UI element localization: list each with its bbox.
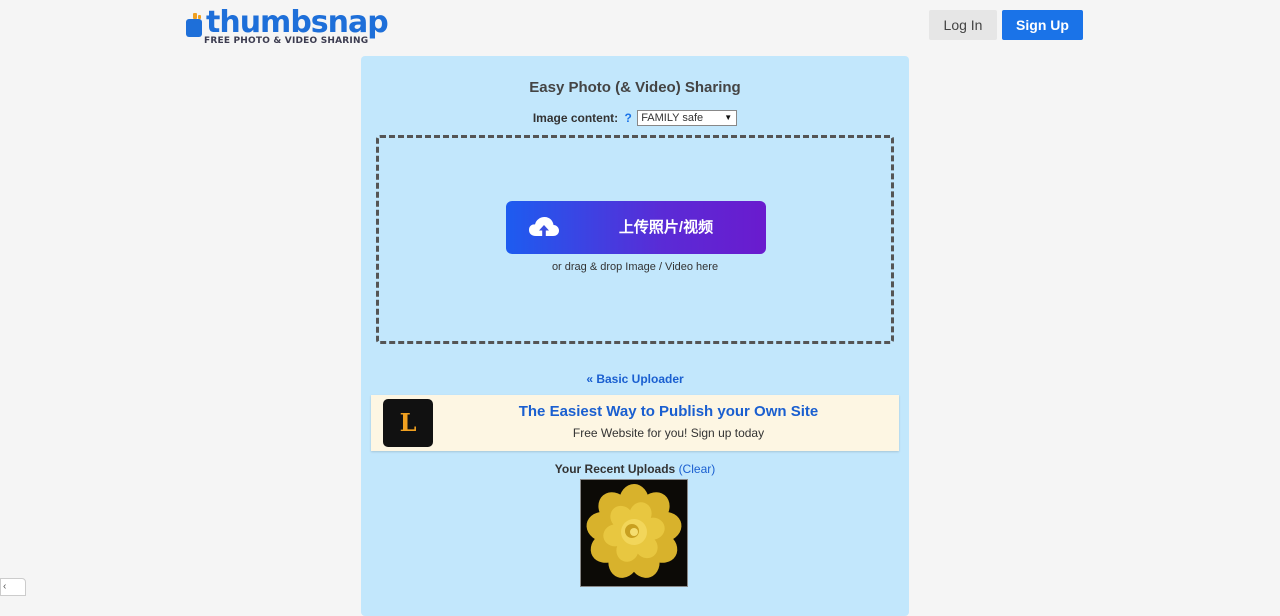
logo-wordmark: thumbsnap: [206, 5, 389, 40]
logo-tagline: FREE PHOTO & VIDEO SHARING: [204, 36, 369, 46]
image-content-select-value: FAMILY safe: [641, 112, 704, 124]
basic-uploader-link[interactable]: « Basic Uploader: [361, 372, 909, 386]
upload-button-label: 上传照片/视频: [618, 219, 714, 236]
recent-uploads-heading: Your Recent Uploads (Clear): [361, 462, 909, 476]
upload-panel: Easy Photo (& Video) Sharing Image conte…: [361, 56, 909, 616]
drop-zone[interactable]: 上传照片/视频 or drag & drop Image / Video her…: [376, 135, 894, 344]
clear-recent-link[interactable]: (Clear): [679, 462, 716, 476]
upload-button[interactable]: 上传照片/视频: [506, 201, 766, 254]
signup-button[interactable]: Sign Up: [1002, 10, 1083, 40]
recent-upload-thumbnail[interactable]: [580, 479, 688, 587]
dropdown-arrow-icon: ▼: [724, 113, 733, 122]
ad-banner[interactable]: L The Easiest Way to Publish your Own Si…: [371, 395, 899, 451]
help-link[interactable]: ?: [625, 111, 632, 125]
cloud-upload-icon: [529, 217, 559, 236]
corner-arrow-icon[interactable]: ‹: [0, 578, 26, 596]
image-content-select[interactable]: FAMILY safe ▼: [637, 110, 738, 126]
thumbsnap-logo-icon: [186, 13, 202, 37]
drag-drop-hint: or drag & drop Image / Video here: [551, 261, 719, 273]
page-title: Easy Photo (& Video) Sharing: [529, 79, 741, 96]
image-content-row: Image content: ? FAMILY safe ▼: [361, 110, 909, 126]
yellow-flower-image: [581, 480, 687, 586]
login-button[interactable]: Log In: [929, 10, 997, 40]
top-bar: thumbsnap FREE PHOTO & VIDEO SHARING Log…: [0, 0, 1280, 52]
recent-uploads-label: Your Recent Uploads: [554, 462, 676, 476]
ad-subtitle: Free Website for you! Sign up today: [572, 426, 765, 440]
ad-title[interactable]: The Easiest Way to Publish your Own Site: [441, 403, 896, 420]
image-content-label: Image content:: [532, 111, 619, 125]
ad-logo: L: [383, 399, 433, 447]
thumbsnap-logo[interactable]: thumbsnap FREE PHOTO & VIDEO SHARING: [184, 6, 389, 46]
